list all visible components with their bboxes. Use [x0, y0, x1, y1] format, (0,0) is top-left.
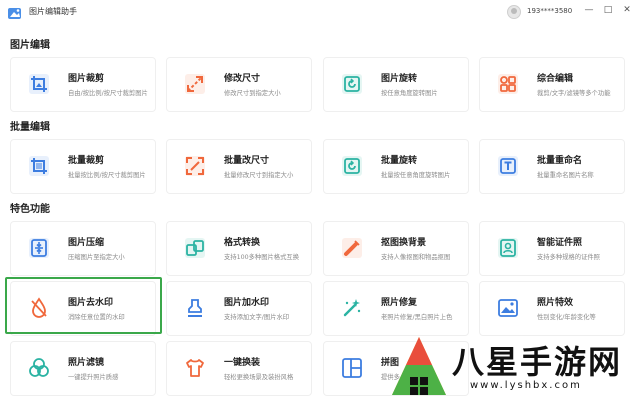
collage-icon [340, 356, 364, 380]
card-photo-filter[interactable]: 照片滤镜 一键提升照片质感 [10, 341, 156, 396]
card-title: 图片加水印 [224, 298, 270, 308]
card-title: 格式转换 [224, 238, 261, 248]
card-outfit-change[interactable]: 一键换装 轻松更换场景及装扮风格 [166, 341, 312, 396]
app-title: 图片编辑助手 [29, 7, 77, 16]
card-batch-rename[interactable]: 批量重命名 批量重命名图片名称 [479, 139, 625, 194]
minimize-button[interactable]: — [582, 3, 596, 17]
section-title-edit: 图片编辑 [10, 40, 50, 51]
card-photo-effects[interactable]: 照片特效 性别变化/年龄变化等 [479, 281, 625, 336]
section-title-batch: 批量编辑 [10, 122, 50, 133]
card-description: 轻松更换场景及装扮风格 [224, 374, 294, 381]
card-description: 一键提升照片质感 [68, 374, 119, 381]
avatar[interactable] [507, 5, 521, 19]
maximize-button[interactable]: □ [601, 3, 615, 17]
compress-icon [27, 236, 51, 260]
image-effect-icon [496, 296, 520, 320]
id-photo-icon [496, 236, 520, 260]
card-add-watermark[interactable]: 图片加水印 支持添加文字/图片水印 [166, 281, 312, 336]
resize-icon [183, 72, 207, 96]
card-title: 批量裁剪 [68, 156, 105, 166]
card-description: 修改尺寸到指定大小 [224, 90, 281, 97]
card-title: 批量改尺寸 [224, 156, 270, 166]
card-description: 支持多种规格的证件照 [537, 254, 600, 261]
resize-icon [183, 154, 207, 178]
card-title: 照片特效 [537, 298, 574, 308]
card-description: 老照片修复/黑白照片上色 [381, 314, 453, 321]
card-rotate[interactable]: 图片旋转 按任意角度旋转图片 [323, 57, 469, 112]
card-resize[interactable]: 修改尺寸 修改尺寸到指定大小 [166, 57, 312, 112]
card-title: 照片滤镜 [68, 358, 105, 368]
card-title: 修改尺寸 [224, 74, 261, 84]
card-description: 裁剪/文字/滤镜等多个功能 [537, 90, 611, 97]
card-batch-resize[interactable]: 批量改尺寸 批量修改尺寸到指定大小 [166, 139, 312, 194]
card-comprehensive-edit[interactable]: 综合编辑 裁剪/文字/滤镜等多个功能 [479, 57, 625, 112]
card-title: 图片裁剪 [68, 74, 105, 84]
stamp-icon [183, 296, 207, 320]
card-id-photo[interactable]: 智能证件照 支持多种规格的证件照 [479, 221, 625, 276]
card-title: 照片修复 [381, 298, 418, 308]
card-format-convert[interactable]: 格式转换 支持100多种图片格式互换 [166, 221, 312, 276]
convert-icon [183, 236, 207, 260]
card-batch-rotate[interactable]: 批量旋转 批量按任意角度旋转图片 [323, 139, 469, 194]
magic-wand-icon [340, 296, 364, 320]
grid-icon [496, 72, 520, 96]
rotate-icon [340, 72, 364, 96]
filter-icon [27, 356, 51, 380]
close-button[interactable]: ✕ [620, 3, 634, 17]
card-description: 批量按任意角度旋转图片 [381, 172, 451, 179]
card-cutout-background[interactable]: 抠图换背景 支持人像抠图和物品抠图 [323, 221, 469, 276]
card-title: 智能证件照 [537, 238, 583, 248]
card-batch-crop[interactable]: 批量裁剪 批量按比例/按尺寸裁剪图片 [10, 139, 156, 194]
card-description: 批量重命名图片名称 [537, 172, 594, 179]
card-description: 批量按比例/按尺寸裁剪图片 [68, 172, 146, 179]
shirt-icon [183, 356, 207, 380]
cutout-icon [340, 236, 364, 260]
card-title: 批量重命名 [537, 156, 583, 166]
selection-highlight [5, 277, 162, 334]
card-title: 抠图换背景 [381, 238, 427, 248]
app-logo-icon [8, 8, 21, 19]
rotate-icon [340, 154, 364, 178]
card-description: 自由/按比例/按尺寸裁剪图片 [68, 90, 148, 97]
card-compress[interactable]: 图片压缩 压缩图片至指定大小 [10, 221, 156, 276]
card-title: 综合编辑 [537, 74, 574, 84]
title-bar: 图片编辑助手 193****3580 — □ ✕ [0, 0, 640, 26]
card-description: 按任意角度旋转图片 [381, 90, 438, 97]
card-title: 批量旋转 [381, 156, 418, 166]
card-image-crop[interactable]: 图片裁剪 自由/按比例/按尺寸裁剪图片 [10, 57, 156, 112]
card-title: 图片旋转 [381, 74, 418, 84]
crop-icon [27, 154, 51, 178]
section-title-features: 特色功能 [10, 204, 50, 215]
card-description: 压缩图片至指定大小 [68, 254, 125, 261]
watermark-text: 八星手游网 [452, 343, 623, 381]
card-title: 一键换装 [224, 358, 261, 368]
crop-icon [27, 72, 51, 96]
card-description: 批量修改尺寸到指定大小 [224, 172, 294, 179]
account-label[interactable]: 193****3580 [527, 7, 572, 15]
card-description: 性别变化/年龄变化等 [537, 314, 596, 321]
card-description: 支持添加文字/图片水印 [224, 314, 290, 321]
card-photo-repair[interactable]: 照片修复 老照片修复/黑白照片上色 [323, 281, 469, 336]
text-icon [496, 154, 520, 178]
watermark-url: www.lyshbx.com [470, 380, 582, 391]
watermark-logo-icon [392, 337, 446, 395]
card-title: 图片压缩 [68, 238, 105, 248]
card-description: 支持人像抠图和物品抠图 [381, 254, 451, 261]
card-description: 支持100多种图片格式互换 [224, 254, 299, 261]
